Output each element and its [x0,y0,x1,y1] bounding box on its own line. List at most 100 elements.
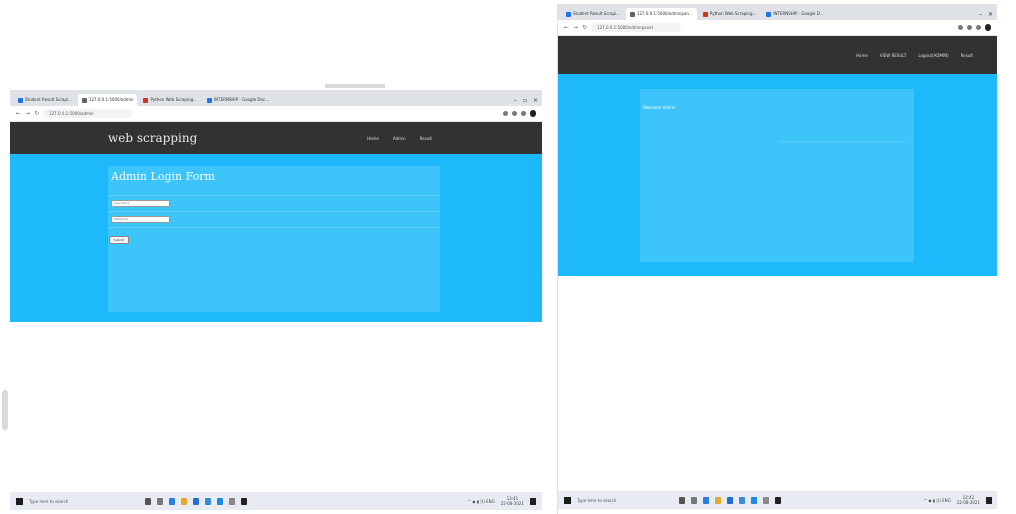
taskbar-search[interactable]: Type here to search [577,498,637,503]
close-icon[interactable]: ✕ [988,11,993,18]
address-bar[interactable]: 127.0.0.1:5000/adminpanel [591,23,682,32]
clock[interactable]: 13:42 22-08-2021 [957,495,980,505]
bookmark-star-icon[interactable] [503,111,508,116]
task-view-icon[interactable] [145,497,151,505]
forward-icon[interactable]: → [573,24,578,31]
site-header: Home VIEW RESULT Logout(ADMIN) Result [558,36,997,74]
nav-result-link[interactable]: Result [961,53,973,58]
terminal-icon[interactable] [241,497,247,505]
windows-taskbar: Type here to search ^ ◆ ▮ ))) ENG 13:41 … [10,492,542,510]
nav-home-link[interactable]: Home [367,136,379,141]
windows-taskbar: Type here to search ^ ◆ ▮ ))) ENG 13:42 … [558,491,997,509]
menu-icon[interactable] [976,25,981,30]
task-view-icon[interactable] [679,496,685,504]
divider [778,141,906,142]
site-body: Admin Login Form Username Password Submi… [10,154,542,322]
password-row: Password [108,212,440,228]
favicon-icon [766,11,772,17]
cortana-icon[interactable] [157,497,163,505]
nav-admin-link[interactable]: Admin [393,136,406,141]
chrome-icon[interactable] [703,496,709,504]
admin-login-form: Admin Login Form Username Password Submi… [108,166,440,312]
admin-panel: Welcome Admin [640,89,914,262]
system-tray: ^ ◆ ▮ ))) ENG 13:41 22-08-2021 [468,496,536,506]
username-input[interactable]: Username [111,200,170,207]
tab-internship-doc[interactable]: INTERNSHIP - Google Doc... [202,94,273,106]
nav-home-link[interactable]: Home [856,53,868,58]
profile-avatar[interactable] [985,24,991,31]
taskbar-pinned-apps [145,497,247,505]
panel-heading: Welcome Admin [643,105,676,110]
tab-student-result[interactable]: Student Result Scrapi... [14,94,76,106]
scan-artifact [2,390,8,430]
vscode-icon[interactable] [751,496,757,504]
notification-icon[interactable] [986,496,992,504]
back-icon[interactable]: ← [16,110,21,117]
mail-icon[interactable] [739,496,745,504]
cortana-icon[interactable] [691,496,697,504]
app-icon[interactable] [229,497,235,505]
tab-python-scraping[interactable]: Python Web Scraping... [698,8,761,20]
windows-start-icon[interactable] [16,497,23,505]
profile-avatar[interactable] [530,110,536,117]
file-explorer-icon[interactable] [715,496,721,504]
tray-icons[interactable]: ^ ◆ ▮ ))) ENG [924,498,951,503]
taskbar-pinned-apps [679,496,781,504]
maximize-icon[interactable]: ▫ [523,97,527,104]
browser-toolbar: ← → ↻ 127.0.0.1:5000/admin [10,106,542,122]
bookmark-star-icon[interactable] [958,25,963,30]
tab-label: Python Web Scraping... [709,11,757,16]
right-screenshot: Student Result Scrapi... 127.0.0.1:5000/… [557,4,997,514]
minimize-icon[interactable]: – [979,11,982,18]
close-icon[interactable]: ✕ [533,97,538,104]
system-tray: ^ ◆ ▮ ))) ENG 13:42 22-08-2021 [924,495,992,505]
taskbar-search[interactable]: Type here to search [29,499,89,504]
reload-icon[interactable]: ↻ [582,24,587,31]
extension-icon[interactable] [967,25,972,30]
site-brand[interactable]: web scrapping [108,131,197,145]
windows-start-icon[interactable] [564,496,571,504]
store-icon[interactable] [193,497,199,505]
favicon-icon [629,11,635,17]
tab-label: Python Web Scraping... [150,97,197,102]
tab-python-scraping[interactable]: Python Web Scraping... [139,94,201,106]
submit-button[interactable]: Submit [109,236,129,244]
favicon-icon [143,97,149,103]
browser-toolbar: ← → ↻ 127.0.0.1:5000/adminpanel [558,20,997,36]
chrome-icon[interactable] [169,497,175,505]
minimize-icon[interactable]: – [514,97,517,104]
tab-label: Student Result Scrapi... [573,11,620,16]
clock-date: 22-08-2021 [500,501,524,506]
app-icon[interactable] [763,496,769,504]
nav-view-result-link[interactable]: VIEW RESULT [880,53,907,58]
tab-label: 127.0.0.1:5000/adminpan... [636,11,693,16]
notification-icon[interactable] [530,497,536,505]
favicon-icon [81,97,87,103]
scan-artifact [325,84,385,88]
clock-date: 22-08-2021 [956,500,980,505]
address-bar[interactable]: 127.0.0.1:5000/admin [43,109,134,118]
tab-student-result[interactable]: Student Result Scrapi... [562,8,624,20]
forward-icon[interactable]: → [25,110,30,117]
reload-icon[interactable]: ↻ [34,110,39,117]
nav-result-link[interactable]: Result [420,136,432,141]
tab-adminpanel[interactable]: 127.0.0.1:5000/adminpan... [625,8,697,20]
site-nav-links: Home Admin Result [367,136,432,141]
file-explorer-icon[interactable] [181,497,187,505]
terminal-icon[interactable] [775,496,781,504]
tab-label: 127.0.0.1:5000/admin [88,97,134,102]
vscode-icon[interactable] [217,497,223,505]
username-row: Username [108,196,440,212]
tab-admin[interactable]: 127.0.0.1:5000/admin [77,94,138,106]
nav-logout-link[interactable]: Logout(ADMIN) [918,53,948,58]
site-nav-links: Home VIEW RESULT Logout(ADMIN) Result [856,53,973,58]
clock[interactable]: 13:41 22-08-2021 [501,496,524,506]
extension-icon[interactable] [512,111,517,116]
menu-icon[interactable] [521,111,526,116]
mail-icon[interactable] [205,497,211,505]
back-icon[interactable]: ← [564,24,569,31]
store-icon[interactable] [727,496,733,504]
password-input[interactable]: Password [111,216,170,223]
tray-icons[interactable]: ^ ◆ ▮ ))) ENG [468,499,495,504]
tab-internship-doc[interactable]: INTERNSHIP - Google D... [762,8,828,20]
